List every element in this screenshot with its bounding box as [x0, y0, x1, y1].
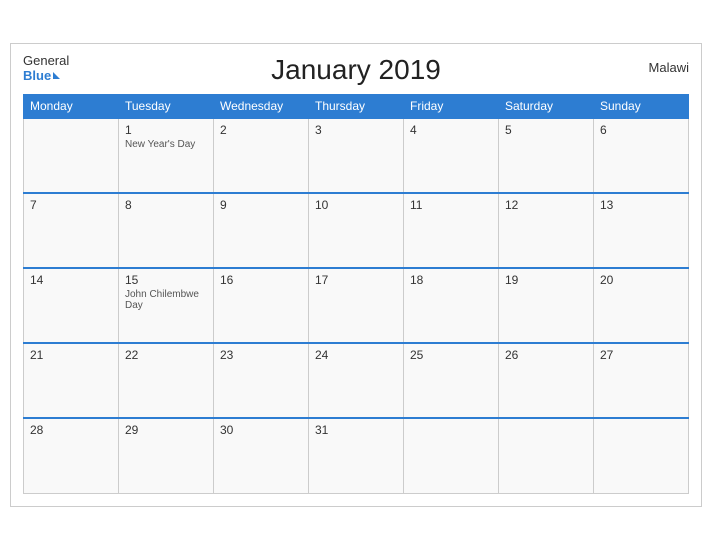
- week-row-3: 14 15 John Chilembwe Day 16 17 18 19 20: [24, 268, 689, 343]
- weekday-header-saturday: Saturday: [499, 95, 594, 119]
- week-row-1: 1 New Year's Day 23456: [24, 118, 689, 193]
- calendar-cell: 14: [24, 268, 119, 343]
- calendar-cell: 28: [24, 418, 119, 493]
- calendar-cell: 10: [309, 193, 404, 268]
- calendar-cell: 15 John Chilembwe Day: [119, 268, 214, 343]
- day-number: 30: [220, 423, 302, 437]
- calendar-cell: 24: [309, 343, 404, 418]
- week-row-2: 789 10 11 12 13: [24, 193, 689, 268]
- calendar-cell: 22: [119, 343, 214, 418]
- day-number: 2: [220, 123, 302, 137]
- calendar-cell: [499, 418, 594, 493]
- calendar-cell: [24, 118, 119, 193]
- holiday-name: John Chilembwe Day: [125, 289, 207, 311]
- calendar-cell: 23: [214, 343, 309, 418]
- day-number: 4: [410, 123, 492, 137]
- calendar-cell: 5: [499, 118, 594, 193]
- calendar-container: General Blue January 2019 Malawi MondayT…: [10, 43, 702, 507]
- calendar-cell: 13: [594, 193, 689, 268]
- weekday-header-thursday: Thursday: [309, 95, 404, 119]
- day-number: 11: [410, 198, 492, 212]
- calendar-header: General Blue January 2019 Malawi: [23, 54, 689, 86]
- day-number: 16: [220, 273, 302, 287]
- calendar-cell: 18: [404, 268, 499, 343]
- weekday-header-monday: Monday: [24, 95, 119, 119]
- calendar-cell: 20: [594, 268, 689, 343]
- day-number: 12: [505, 198, 587, 212]
- calendar-title: January 2019: [271, 54, 441, 86]
- day-number: 29: [125, 423, 207, 437]
- day-number: 26: [505, 348, 587, 362]
- weekday-header-sunday: Sunday: [594, 95, 689, 119]
- day-number: 31: [315, 423, 397, 437]
- calendar-cell: 19: [499, 268, 594, 343]
- calendar-cell: 16: [214, 268, 309, 343]
- week-row-4: 21 22 23 24 25 26 27: [24, 343, 689, 418]
- calendar-cell: 12: [499, 193, 594, 268]
- logo-blue-container: Blue: [23, 69, 60, 83]
- day-number: 6: [600, 123, 682, 137]
- day-number: 22: [125, 348, 207, 362]
- day-number: 15: [125, 273, 207, 287]
- day-number: 13: [600, 198, 682, 212]
- calendar-cell: 26: [499, 343, 594, 418]
- day-number: 17: [315, 273, 397, 287]
- calendar-cell: 25: [404, 343, 499, 418]
- logo-triangle-icon: [53, 72, 60, 79]
- holiday-name: New Year's Day: [125, 139, 207, 150]
- day-number: 24: [315, 348, 397, 362]
- calendar-cell: 29: [119, 418, 214, 493]
- day-number: 18: [410, 273, 492, 287]
- day-number: 9: [220, 198, 302, 212]
- day-number: 21: [30, 348, 112, 362]
- day-number: 25: [410, 348, 492, 362]
- calendar-cell: 8: [119, 193, 214, 268]
- calendar-cell: 17: [309, 268, 404, 343]
- day-number: 14: [30, 273, 112, 287]
- day-number: 7: [30, 198, 112, 212]
- day-number: 1: [125, 123, 207, 137]
- day-number: 8: [125, 198, 207, 212]
- calendar-body: 1New Year's Day23456789101112131415John …: [24, 118, 689, 493]
- day-number: 28: [30, 423, 112, 437]
- calendar-cell: 9: [214, 193, 309, 268]
- weekday-header-tuesday: Tuesday: [119, 95, 214, 119]
- day-number: 5: [505, 123, 587, 137]
- day-number: 23: [220, 348, 302, 362]
- calendar-cell: 1 New Year's Day: [119, 118, 214, 193]
- logo-general-text: General: [23, 54, 69, 68]
- day-number: 20: [600, 273, 682, 287]
- logo: General Blue: [23, 54, 69, 83]
- day-number: 19: [505, 273, 587, 287]
- calendar-cell: 2: [214, 118, 309, 193]
- calendar-cell: 7: [24, 193, 119, 268]
- day-number: 27: [600, 348, 682, 362]
- calendar-grid: MondayTuesdayWednesdayThursdayFridaySatu…: [23, 94, 689, 494]
- calendar-cell: 3: [309, 118, 404, 193]
- calendar-cell: 30: [214, 418, 309, 493]
- calendar-cell: [404, 418, 499, 493]
- calendar-cell: 11: [404, 193, 499, 268]
- calendar-cell: [594, 418, 689, 493]
- weekday-row: MondayTuesdayWednesdayThursdayFridaySatu…: [24, 95, 689, 119]
- calendar-cell: 31: [309, 418, 404, 493]
- week-row-5: 28 29 30 31: [24, 418, 689, 493]
- weekday-header-friday: Friday: [404, 95, 499, 119]
- calendar-cell: 21: [24, 343, 119, 418]
- day-number: 3: [315, 123, 397, 137]
- day-number: 10: [315, 198, 397, 212]
- logo-blue-text: Blue: [23, 69, 51, 83]
- calendar-cell: 6: [594, 118, 689, 193]
- calendar-weekdays: MondayTuesdayWednesdayThursdayFridaySatu…: [24, 95, 689, 119]
- weekday-header-wednesday: Wednesday: [214, 95, 309, 119]
- calendar-cell: 4: [404, 118, 499, 193]
- calendar-cell: 27: [594, 343, 689, 418]
- country-label: Malawi: [649, 60, 689, 75]
